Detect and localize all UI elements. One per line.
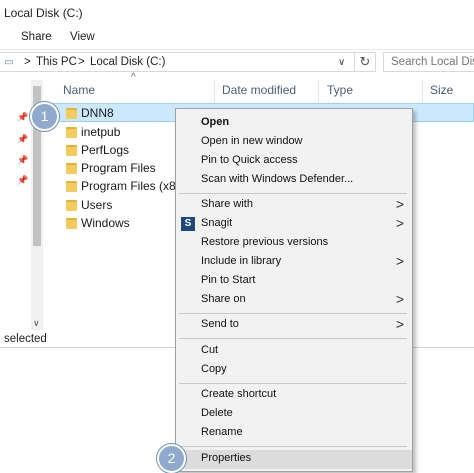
folder-icon bbox=[66, 217, 77, 229]
pin-icon: 📌 bbox=[17, 134, 29, 144]
refresh-icon: ↻ bbox=[359, 54, 371, 69]
menu-item-open-new-window[interactable]: Open in new window bbox=[176, 133, 412, 152]
breadcrumb-separator: > bbox=[24, 56, 31, 68]
file-name: Windows bbox=[81, 216, 130, 230]
window-title: Local Disk (C:) bbox=[4, 6, 83, 20]
menu-item-scan-defender[interactable]: Scan with Windows Defender... bbox=[176, 171, 412, 190]
file-row-program-files-x86[interactable]: Program Files (x86) bbox=[66, 177, 186, 195]
drive-icon: ▭ bbox=[4, 57, 14, 68]
breadcrumb-local-disk[interactable]: Local Disk (C:) bbox=[90, 56, 165, 68]
sort-arrow-icon: ^ bbox=[131, 72, 136, 83]
menu-item-open[interactable]: Open bbox=[176, 114, 412, 133]
column-header-size[interactable]: Size bbox=[430, 83, 453, 97]
menu-item-snagit[interactable]: S Snagit > bbox=[176, 215, 412, 234]
file-name: PerfLogs bbox=[81, 143, 130, 157]
file-row-windows[interactable]: Windows bbox=[66, 214, 130, 232]
scroll-down-icon[interactable]: ∨ bbox=[33, 318, 40, 329]
submenu-arrow-icon: > bbox=[395, 196, 404, 212]
folder-icon bbox=[66, 107, 77, 119]
snagit-icon: S bbox=[181, 217, 195, 231]
file-row-users[interactable]: Users bbox=[66, 196, 112, 214]
folder-icon bbox=[66, 144, 77, 156]
submenu-arrow-icon: > bbox=[395, 316, 404, 332]
file-name: Users bbox=[81, 198, 113, 212]
submenu-arrow-icon: > bbox=[395, 215, 404, 231]
file-row-program-files[interactable]: Program Files bbox=[66, 159, 156, 177]
file-name: DNN8 bbox=[81, 106, 114, 120]
menu-separator bbox=[179, 193, 407, 194]
column-divider[interactable] bbox=[214, 80, 215, 102]
folder-icon bbox=[66, 199, 77, 211]
menu-item-delete[interactable]: Delete bbox=[176, 405, 412, 424]
menu-item-pin-quick-access[interactable]: Pin to Quick access bbox=[176, 152, 412, 171]
folder-icon bbox=[66, 180, 77, 192]
search-box[interactable] bbox=[383, 52, 474, 72]
pin-icon: 📌 bbox=[17, 112, 29, 122]
file-row-inetpub[interactable]: inetpub bbox=[66, 123, 120, 141]
address-bar[interactable]: ▭ > This PC > Local Disk (C:) ∨ bbox=[0, 52, 355, 72]
menu-item-include-library[interactable]: Include in library > bbox=[176, 253, 412, 272]
column-header-name[interactable]: Name bbox=[63, 83, 95, 97]
menu-item-cut[interactable]: Cut bbox=[176, 342, 412, 361]
menu-separator bbox=[179, 313, 407, 314]
menu-item-rename[interactable]: Rename bbox=[176, 424, 412, 443]
menu-item-send-to[interactable]: Send to > bbox=[176, 316, 412, 335]
menu-separator bbox=[179, 446, 407, 447]
address-dropdown-icon[interactable]: ∨ bbox=[338, 57, 345, 68]
menu-item-create-shortcut[interactable]: Create shortcut bbox=[176, 386, 412, 405]
menu-item-pin-start[interactable]: Pin to Start bbox=[176, 272, 412, 291]
callout-step-1: 1 bbox=[30, 102, 59, 131]
column-header-type[interactable]: Type bbox=[327, 83, 353, 97]
breadcrumb-this-pc[interactable]: This PC bbox=[36, 56, 77, 68]
file-row-dnn8[interactable]: DNN8 bbox=[66, 104, 114, 122]
submenu-arrow-icon: > bbox=[395, 253, 404, 269]
search-input[interactable] bbox=[384, 53, 474, 71]
menu-separator bbox=[179, 383, 407, 384]
folder-icon bbox=[66, 126, 77, 138]
menu-item-share-with[interactable]: Share with > bbox=[176, 196, 412, 215]
ribbon-divider bbox=[0, 49, 474, 50]
pin-icon: 📌 bbox=[17, 175, 29, 185]
context-menu: Open Open in new window Pin to Quick acc… bbox=[175, 108, 413, 472]
folder-icon bbox=[66, 162, 77, 174]
file-name: Program Files bbox=[81, 161, 156, 175]
submenu-arrow-icon: > bbox=[395, 291, 404, 307]
status-text: selected bbox=[4, 333, 47, 345]
pin-icon: 📌 bbox=[17, 155, 29, 165]
file-name: inetpub bbox=[81, 125, 121, 139]
file-row-perflogs[interactable]: PerfLogs bbox=[66, 141, 129, 159]
menu-item-properties[interactable]: Properties bbox=[176, 450, 412, 469]
tab-share[interactable]: Share bbox=[21, 31, 52, 43]
file-name: Program Files (x86) bbox=[81, 179, 187, 193]
menu-item-copy[interactable]: Copy bbox=[176, 361, 412, 380]
column-header-date-modified[interactable]: Date modified bbox=[222, 83, 296, 97]
menu-item-share-on[interactable]: Share on > bbox=[176, 291, 412, 310]
callout-step-2: 2 bbox=[157, 444, 186, 473]
menu-separator bbox=[179, 338, 407, 339]
tab-view[interactable]: View bbox=[70, 31, 95, 43]
column-divider[interactable] bbox=[318, 80, 319, 102]
refresh-button[interactable]: ↻ bbox=[354, 52, 376, 72]
breadcrumb-separator: > bbox=[78, 56, 85, 68]
menu-item-restore-versions[interactable]: Restore previous versions bbox=[176, 234, 412, 253]
column-divider[interactable] bbox=[422, 80, 423, 102]
